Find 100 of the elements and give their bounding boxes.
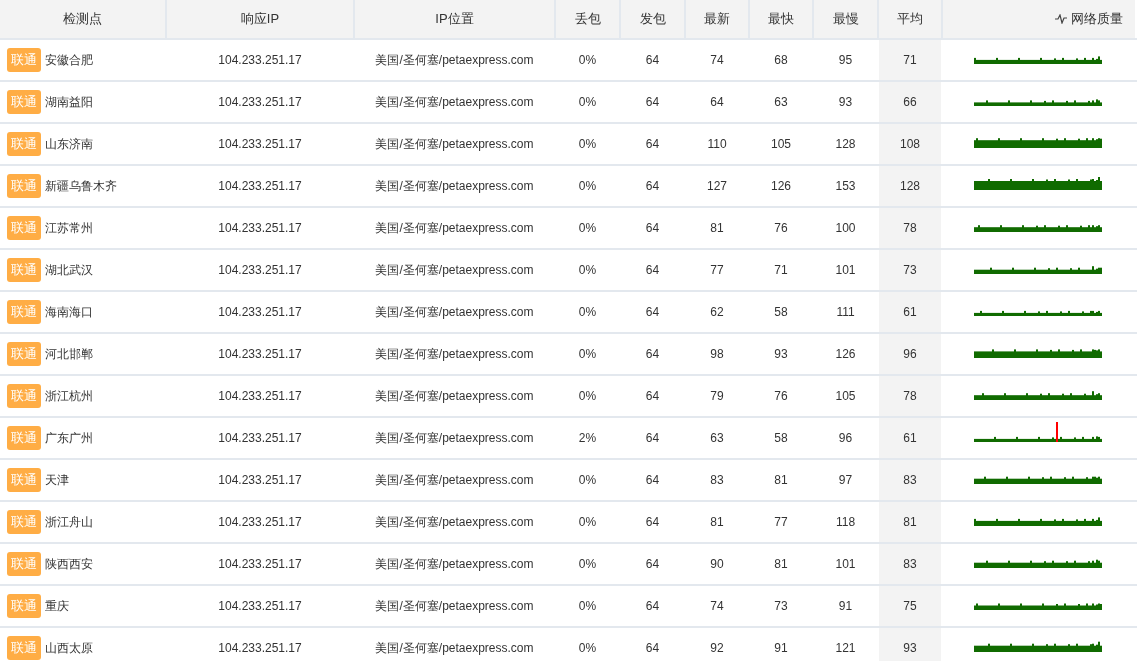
- column-header: 发包: [639, 10, 666, 28]
- table-cell: 104.233.251.17: [218, 137, 302, 151]
- table-cell: 104.233.251.17: [218, 221, 302, 235]
- column-header: 最快: [768, 10, 794, 28]
- table-cell: 126: [835, 347, 856, 361]
- table-cell: 83: [903, 473, 917, 487]
- isp-badge: 联通: [7, 342, 41, 366]
- table-cell: 0%: [578, 53, 597, 67]
- table-cell: 64: [645, 305, 660, 319]
- table-cell: 66: [903, 95, 917, 109]
- table-cell: 美国/圣何塞/petaexpress.com: [375, 597, 534, 615]
- table-cell: 104.233.251.17: [218, 305, 302, 319]
- table-cell: 62: [710, 305, 724, 319]
- column-header: 丢包: [574, 10, 601, 28]
- table-cell: 美国/圣何塞/petaexpress.com: [375, 303, 534, 321]
- isp-badge: 联通: [7, 132, 41, 156]
- table-cell: 2%: [578, 431, 597, 445]
- table-cell: 0%: [578, 515, 597, 529]
- node-name: 山东济南: [45, 135, 93, 153]
- table-cell: 118: [835, 515, 856, 529]
- isp-badge: 联通: [7, 384, 41, 408]
- table-cell: 83: [903, 557, 917, 571]
- table-cell: 64: [645, 515, 660, 529]
- isp-badge: 联通: [7, 594, 41, 618]
- table-cell: 91: [838, 599, 853, 613]
- column-header: 平均: [897, 10, 923, 28]
- table-cell: 78: [903, 389, 917, 403]
- table-cell: 美国/圣何塞/petaexpress.com: [375, 93, 534, 111]
- isp-badge: 联通: [7, 510, 41, 534]
- table-cell: 98: [710, 347, 724, 361]
- table-cell: 美国/圣何塞/petaexpress.com: [375, 429, 534, 447]
- isp-badge: 联通: [7, 426, 41, 450]
- table-cell: 95: [838, 53, 853, 67]
- table-cell: 0%: [578, 221, 597, 235]
- node-name: 陕西西安: [45, 555, 93, 573]
- table-cell: 100: [835, 221, 856, 235]
- table-cell: 78: [903, 221, 917, 235]
- isp-badge: 联通: [7, 552, 41, 576]
- table-cell: 美国/圣何塞/petaexpress.com: [375, 51, 534, 69]
- table-cell: 63: [710, 431, 724, 445]
- table-cell: 104.233.251.17: [218, 599, 302, 613]
- table-cell: 110: [707, 137, 727, 151]
- node-name: 广东广州: [45, 429, 93, 447]
- table-cell: 93: [838, 95, 853, 109]
- table-cell: 美国/圣何塞/petaexpress.com: [375, 471, 534, 489]
- table-cell: 64: [645, 221, 660, 235]
- node-name: 浙江舟山: [45, 513, 93, 531]
- table-cell: 美国/圣何塞/petaexpress.com: [375, 177, 534, 195]
- table-cell: 97: [838, 473, 853, 487]
- table-cell: 104.233.251.17: [218, 641, 302, 655]
- isp-badge: 联通: [7, 300, 41, 324]
- node-name: 重庆: [45, 597, 69, 615]
- table-cell: 121: [835, 641, 856, 655]
- column-header: 检测点: [63, 10, 102, 28]
- table-cell: 64: [645, 53, 660, 67]
- table-cell: 101: [835, 263, 856, 277]
- isp-badge: 联通: [7, 174, 41, 198]
- table-cell: 111: [836, 305, 855, 319]
- table-cell: 64: [645, 179, 660, 193]
- table-cell: 104.233.251.17: [218, 515, 302, 529]
- node-name: 湖北武汉: [45, 261, 93, 279]
- table-cell: 76: [774, 389, 788, 403]
- table-cell: 63: [774, 95, 788, 109]
- table-cell: 68: [774, 53, 788, 67]
- table-cell: 93: [774, 347, 788, 361]
- table-cell: 91: [774, 641, 788, 655]
- isp-badge: 联通: [7, 48, 41, 72]
- column-header: 最新: [704, 10, 730, 28]
- table-cell: 0%: [578, 389, 597, 403]
- table-cell: 81: [774, 473, 788, 487]
- table-cell: 美国/圣何塞/petaexpress.com: [375, 345, 534, 363]
- node-name: 天津: [45, 471, 69, 489]
- table-cell: 71: [774, 263, 788, 277]
- table-cell: 64: [710, 95, 724, 109]
- table-cell: 0%: [578, 95, 597, 109]
- table-cell: 104.233.251.17: [218, 389, 302, 403]
- table-cell: 108: [900, 137, 920, 151]
- table-cell: 64: [645, 389, 660, 403]
- node-name: 浙江杭州: [45, 387, 93, 405]
- table-cell: 104.233.251.17: [218, 557, 302, 571]
- table-cell: 0%: [578, 137, 597, 151]
- table-cell: 美国/圣何塞/petaexpress.com: [375, 387, 534, 405]
- table-cell: 104.233.251.17: [218, 473, 302, 487]
- table-cell: 75: [903, 599, 917, 613]
- table-cell: 61: [903, 431, 917, 445]
- table-cell: 104.233.251.17: [218, 263, 302, 277]
- table-cell: 73: [774, 599, 788, 613]
- table-cell: 104.233.251.17: [218, 95, 302, 109]
- node-name: 山西太原: [45, 639, 93, 657]
- table-cell: 64: [645, 473, 660, 487]
- table-cell: 64: [645, 137, 660, 151]
- table-cell: 74: [710, 53, 724, 67]
- table-cell: 105: [835, 389, 856, 403]
- table-cell: 101: [835, 557, 856, 571]
- table-cell: 81: [710, 515, 724, 529]
- node-name: 海南海口: [45, 303, 93, 321]
- table-cell: 74: [710, 599, 724, 613]
- table-cell: 77: [710, 263, 724, 277]
- table-cell: 美国/圣何塞/petaexpress.com: [375, 513, 534, 531]
- node-name: 新疆乌鲁木齐: [45, 177, 117, 195]
